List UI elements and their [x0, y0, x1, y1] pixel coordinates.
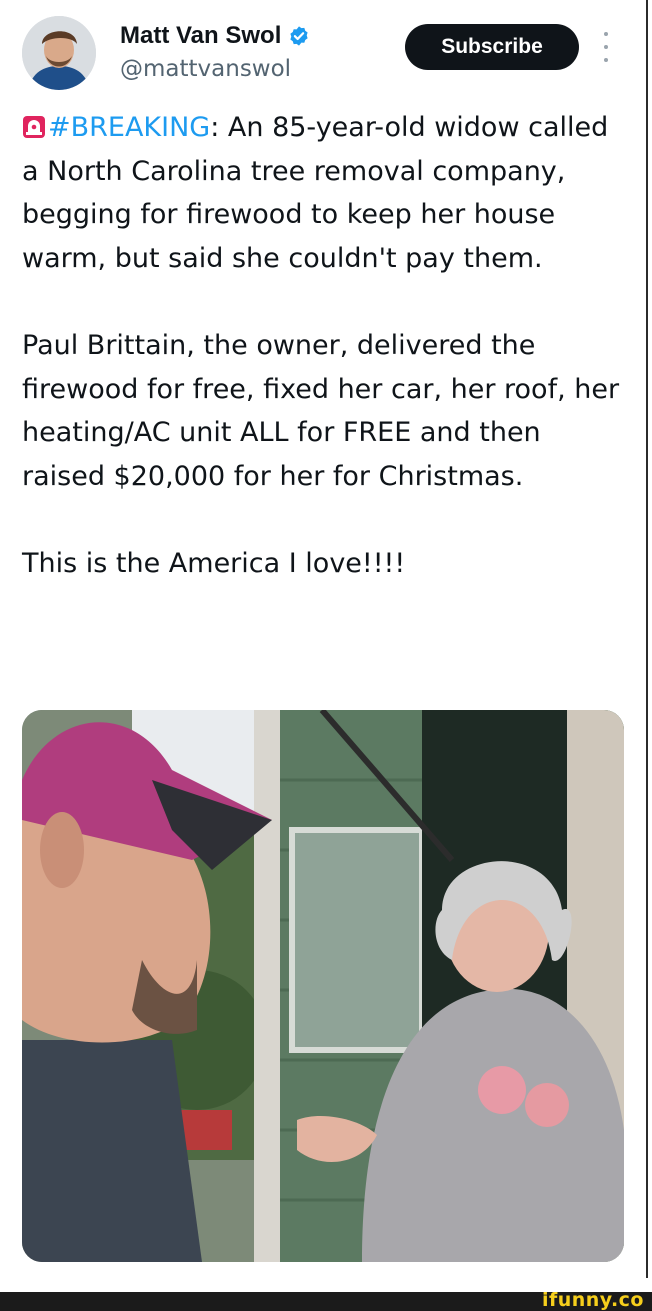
- post-card: Matt Van Swol @mattvanswol Subscribe #BR…: [0, 0, 648, 1278]
- more-options-icon[interactable]: [600, 32, 612, 62]
- ifunny-watermark: ifunny.co: [541, 1289, 644, 1311]
- author-name-row: Matt Van Swol: [120, 22, 310, 50]
- police-siren-icon: [23, 116, 45, 138]
- tweet-paragraph-1: #BREAKING: An 85-year-old widow called a…: [22, 106, 632, 280]
- footer-bar: ifunny.co: [0, 1289, 652, 1311]
- verified-badge-icon: [290, 26, 308, 46]
- video-still-illustration: [22, 710, 624, 1262]
- author-name[interactable]: Matt Van Swol: [120, 22, 281, 50]
- post-media-image[interactable]: [22, 710, 624, 1262]
- tweet-paragraph-2: Paul Brittain, the owner, delivered the …: [22, 330, 620, 492]
- tweet-text: #BREAKING: An 85-year-old widow called a…: [22, 106, 632, 586]
- tweet-paragraph-3: This is the America I love!!!!: [22, 548, 406, 579]
- subscribe-button[interactable]: Subscribe: [405, 24, 579, 70]
- breaking-hashtag-link[interactable]: #BREAKING: [48, 112, 210, 143]
- author-avatar[interactable]: [22, 16, 96, 90]
- author-handle[interactable]: @mattvanswol: [120, 56, 291, 82]
- avatar-photo-icon: [22, 16, 96, 90]
